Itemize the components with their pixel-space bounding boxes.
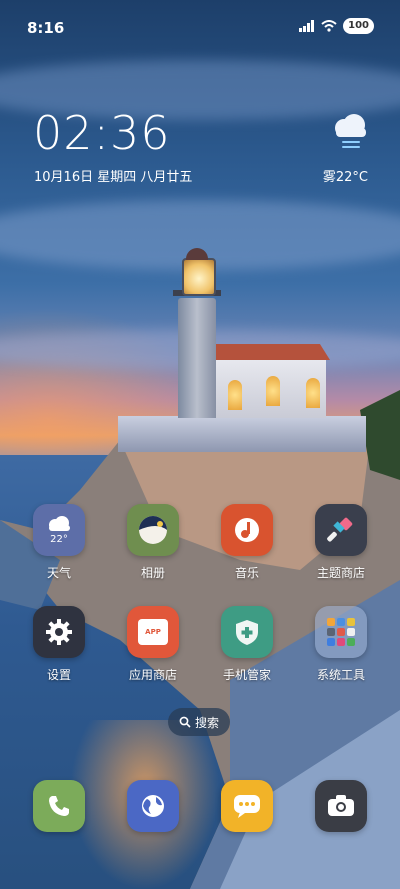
system-tools-folder-tile[interactable] [315,606,367,658]
status-time: 8:16 [27,19,65,37]
lighthouse-roof [204,344,330,360]
lighthouse-wall [118,416,366,452]
app-label: 天气 [46,566,71,580]
message-icon [234,795,260,818]
music-app-tile[interactable] [221,504,273,556]
signal-icon [299,20,315,32]
window [228,380,242,410]
shield-icon [236,620,258,645]
search-button[interactable]: 搜索 [168,708,230,736]
clock-time[interactable]: 02:36 [33,108,171,158]
app-label: 相册 [140,566,165,580]
app-music[interactable]: 音乐 [207,504,287,581]
shopping-bag-icon: APP [138,619,168,645]
gallery-icon [139,516,167,544]
weather-text[interactable]: 雾22°C [323,166,368,185]
themes-app-tile[interactable] [315,504,367,556]
app-gallery[interactable]: 相册 [113,504,193,581]
app-themes[interactable]: 主题商店 [301,504,381,581]
app-system-tools[interactable]: 系统工具 [301,606,381,683]
cloud-icon [49,515,70,531]
weather-app-temp: 22° [50,533,68,545]
app-store-badge: APP [145,628,161,636]
cloud-fog-icon[interactable] [330,112,370,152]
folder-icon [327,618,355,646]
globe-icon [142,795,164,817]
lighthouse-lamp [182,258,216,296]
window [306,378,320,408]
app-label: 系统工具 [316,668,365,682]
settings-app-tile[interactable] [33,606,85,658]
app-label: 手机管家 [222,668,271,682]
app-store-tile[interactable]: APP [127,606,179,658]
window [266,376,280,406]
gallery-app-tile[interactable] [127,504,179,556]
weather-app-tile[interactable]: 22° [33,504,85,556]
app-security[interactable]: 手机管家 [207,606,287,683]
dock-messages[interactable] [221,780,273,832]
app-label: 音乐 [234,566,259,580]
weather-app-content: 22° [46,515,72,545]
app-label: 设置 [46,668,71,682]
app-weather[interactable]: 22° 天气 [19,504,99,581]
phone-icon [49,796,69,816]
paintbrush-icon [327,517,353,542]
search-icon [179,716,191,728]
dock-phone[interactable] [33,780,85,832]
search-label: 搜索 [194,715,219,730]
app-label: 应用商店 [128,668,177,682]
app-label: 主题商店 [316,566,365,580]
gear-icon [46,619,72,645]
app-settings[interactable]: 设置 [19,606,99,683]
security-app-tile[interactable] [221,606,273,658]
status-bar: 8:16 100 [0,0,400,54]
dock-browser[interactable] [127,780,179,832]
clock-date[interactable]: 10月16日 星期四 八月廿五 [34,166,192,185]
wifi-icon [321,20,337,32]
battery-indicator: 100 [343,18,374,34]
status-icons: 100 [299,18,374,34]
music-note-icon [235,518,259,542]
camera-icon [328,795,354,816]
app-app-store[interactable]: APP 应用商店 [113,606,193,683]
dock-camera[interactable] [315,780,367,832]
lighthouse-tower [178,298,216,418]
